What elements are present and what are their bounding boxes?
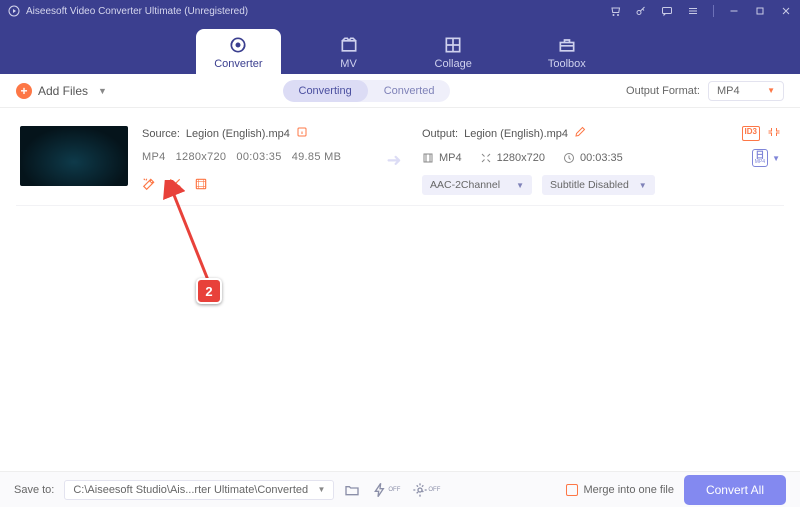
cart-icon[interactable]	[609, 5, 621, 17]
toolbox-icon	[557, 35, 577, 55]
maximize-button[interactable]	[754, 5, 766, 17]
source-filename: Legion (English).mp4	[186, 128, 290, 140]
metadata-icon[interactable]: ID3	[742, 126, 760, 141]
output-format-label: Output Format:	[626, 85, 700, 97]
tab-toolbox[interactable]: Toolbox	[530, 29, 604, 74]
main-tabs: Converter MV Collage Toolbox	[0, 22, 800, 74]
output-column: Output: Legion (English).mp4 ID3 MP4 128…	[422, 126, 780, 195]
merge-label: Merge into one file	[583, 484, 674, 496]
tab-converter[interactable]: Converter	[196, 29, 280, 74]
app-title: Aiseesoft Video Converter Ultimate (Unre…	[26, 6, 248, 17]
close-button[interactable]	[780, 5, 792, 17]
source-size: 49.85 MB	[292, 151, 341, 163]
source-codec: MP4	[142, 151, 166, 163]
converter-icon	[228, 35, 248, 55]
output-format-select[interactable]: MP4 ▼	[708, 81, 784, 101]
save-to-label: Save to:	[14, 484, 54, 496]
convert-all-button[interactable]: Convert All	[684, 475, 786, 505]
chevron-down-icon: ▼	[98, 86, 107, 96]
tab-label: MV	[340, 58, 357, 70]
menu-icon[interactable]	[687, 5, 699, 17]
chat-icon[interactable]	[661, 5, 673, 17]
source-duration: 00:03:35	[236, 151, 281, 163]
info-icon[interactable]	[296, 126, 308, 141]
wand-icon[interactable]	[142, 177, 156, 191]
save-path-value: C:\Aiseesoft Studio\Ais...rter Ultimate\…	[73, 484, 308, 496]
edit-tools	[142, 177, 366, 191]
footer-tools: OFF OFF	[344, 482, 440, 498]
app-logo	[8, 5, 20, 17]
source-column: Source: Legion (English).mp4 MP4 1280x72…	[142, 126, 366, 195]
tab-label: Toolbox	[548, 58, 586, 70]
tab-mv[interactable]: MV	[321, 29, 377, 74]
segment-converting[interactable]: Converting	[283, 80, 368, 102]
edit-name-icon[interactable]	[574, 126, 586, 141]
subtitle-select[interactable]: Subtitle Disabled ▼	[542, 175, 655, 195]
chevron-down-icon: ▼	[639, 181, 647, 190]
file-list: Source: Legion (English).mp4 MP4 1280x72…	[0, 108, 800, 471]
save-path-select[interactable]: C:\Aiseesoft Studio\Ais...rter Ultimate\…	[64, 480, 334, 500]
key-icon[interactable]	[635, 5, 647, 17]
toolbar: + Add Files ▼ Converting Converted Outpu…	[0, 74, 800, 108]
clock-icon	[563, 152, 575, 164]
high-speed-icon[interactable]: OFF	[412, 482, 440, 498]
output-codec: MP4	[439, 152, 462, 164]
chevron-down-icon: ▼	[516, 181, 524, 190]
output-label: Output:	[422, 128, 458, 140]
open-folder-icon[interactable]	[344, 482, 360, 498]
compress-icon[interactable]	[768, 126, 780, 141]
source-meta: MP4 1280x720 00:03:35 49.85 MB	[142, 151, 366, 163]
status-segment: Converting Converted	[283, 80, 451, 102]
resolution-icon	[480, 152, 492, 164]
chevron-down-icon: ▼	[767, 86, 775, 95]
output-format-value: MP4	[717, 85, 740, 97]
add-files-button[interactable]: + Add Files ▼	[16, 83, 107, 99]
output-format: Output Format: MP4 ▼	[626, 81, 784, 101]
titlebar: Aiseesoft Video Converter Ultimate (Unre…	[0, 0, 800, 22]
tab-label: Converter	[214, 58, 262, 70]
preset-button[interactable]: 日 MP4	[752, 149, 768, 167]
collage-icon	[443, 35, 463, 55]
arrow-right-icon: ➜	[380, 150, 408, 171]
merge-checkbox[interactable]: Merge into one file	[566, 484, 674, 496]
footer: Save to: C:\Aiseesoft Studio\Ais...rter …	[0, 471, 800, 507]
cut-icon[interactable]	[168, 177, 182, 191]
annotation-step-badge: 2	[196, 278, 222, 304]
add-files-label: Add Files	[38, 84, 88, 98]
chevron-down-icon[interactable]: ▼	[772, 154, 780, 163]
tab-label: Collage	[435, 58, 472, 70]
hw-accel-icon[interactable]: OFF	[372, 482, 400, 498]
output-dropdowns: AAC-2Channel ▼ Subtitle Disabled ▼	[422, 175, 780, 195]
film-icon	[422, 152, 434, 164]
mv-icon	[339, 35, 359, 55]
output-filename: Legion (English).mp4	[464, 128, 568, 140]
source-label: Source:	[142, 128, 180, 140]
checkbox-icon	[566, 484, 578, 496]
output-duration: 00:03:35	[580, 152, 623, 164]
subtitle-value: Subtitle Disabled	[550, 179, 629, 191]
tab-collage[interactable]: Collage	[417, 29, 490, 74]
enhance-icon[interactable]	[194, 177, 208, 191]
plus-icon: +	[16, 83, 32, 99]
chevron-down-icon: ▼	[317, 485, 325, 494]
output-specs: MP4 1280x720 00:03:35 日 MP4 ▼	[422, 149, 780, 167]
file-row: Source: Legion (English).mp4 MP4 1280x72…	[16, 116, 784, 206]
source-resolution: 1280x720	[176, 151, 227, 163]
video-thumbnail[interactable]	[20, 126, 128, 186]
audio-select[interactable]: AAC-2Channel ▼	[422, 175, 532, 195]
segment-converted[interactable]: Converted	[368, 80, 451, 102]
audio-value: AAC-2Channel	[430, 179, 500, 191]
separator	[713, 5, 714, 17]
output-resolution: 1280x720	[497, 152, 545, 164]
window-controls	[609, 5, 792, 17]
minimize-button[interactable]	[728, 5, 740, 17]
